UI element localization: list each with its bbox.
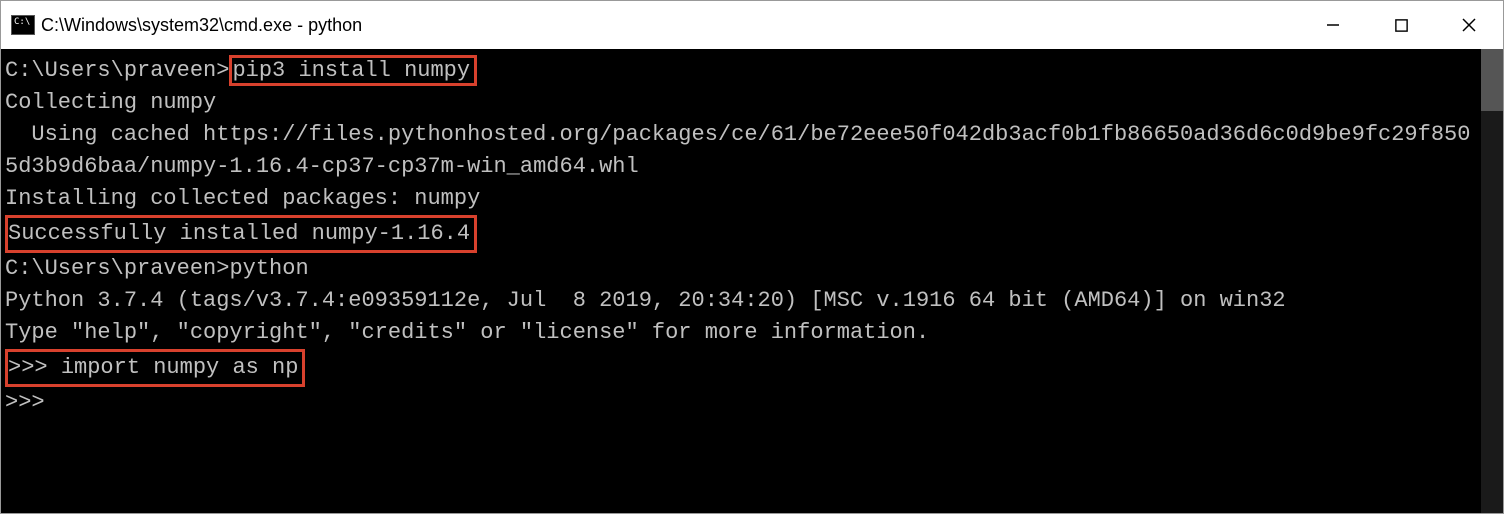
- highlight-pip-cmd: pip3 install numpy: [229, 55, 477, 86]
- output-line: C:\Users\praveen>pip3 install numpy: [5, 55, 1477, 87]
- output-line: Installing collected packages: numpy: [5, 183, 1477, 215]
- command: python: [229, 256, 308, 281]
- prompt: C:\Users\praveen>: [5, 58, 229, 83]
- window-controls: [1299, 1, 1503, 49]
- output-line: Type "help", "copyright", "credits" or "…: [5, 317, 1477, 349]
- output-line: >>> import numpy as np: [5, 349, 1477, 387]
- window-title: C:\Windows\system32\cmd.exe - python: [41, 15, 362, 36]
- terminal-output[interactable]: C:\Users\praveen>pip3 install numpyColle…: [1, 49, 1481, 513]
- scroll-thumb[interactable]: [1481, 49, 1503, 111]
- minimize-button[interactable]: [1299, 1, 1367, 49]
- output-line: C:\Users\praveen>python: [5, 253, 1477, 285]
- output-line: Python 3.7.4 (tags/v3.7.4:e09359112e, Ju…: [5, 285, 1477, 317]
- close-button[interactable]: [1435, 1, 1503, 49]
- output-line: Using cached https://files.pythonhosted.…: [5, 119, 1477, 183]
- python-prompt: >>>: [8, 355, 61, 380]
- output-line: Successfully installed numpy-1.16.4: [5, 215, 1477, 253]
- highlight-success: Successfully installed numpy-1.16.4: [5, 215, 477, 253]
- cmd-icon: C:\: [11, 15, 35, 35]
- prompt: C:\Users\praveen>: [5, 256, 229, 281]
- scrollbar[interactable]: [1481, 49, 1503, 513]
- output-line: >>>: [5, 387, 1477, 419]
- cmd-window: C:\ C:\Windows\system32\cmd.exe - python…: [0, 0, 1504, 514]
- maximize-icon: [1394, 18, 1409, 33]
- maximize-button[interactable]: [1367, 1, 1435, 49]
- highlight-import: >>> import numpy as np: [5, 349, 305, 387]
- minimize-icon: [1325, 17, 1341, 33]
- content-area: C:\Users\praveen>pip3 install numpyColle…: [1, 49, 1503, 513]
- titlebar[interactable]: C:\ C:\Windows\system32\cmd.exe - python: [1, 1, 1503, 49]
- close-icon: [1461, 17, 1477, 33]
- python-stmt: import numpy as np: [61, 355, 299, 380]
- output-line: Collecting numpy: [5, 87, 1477, 119]
